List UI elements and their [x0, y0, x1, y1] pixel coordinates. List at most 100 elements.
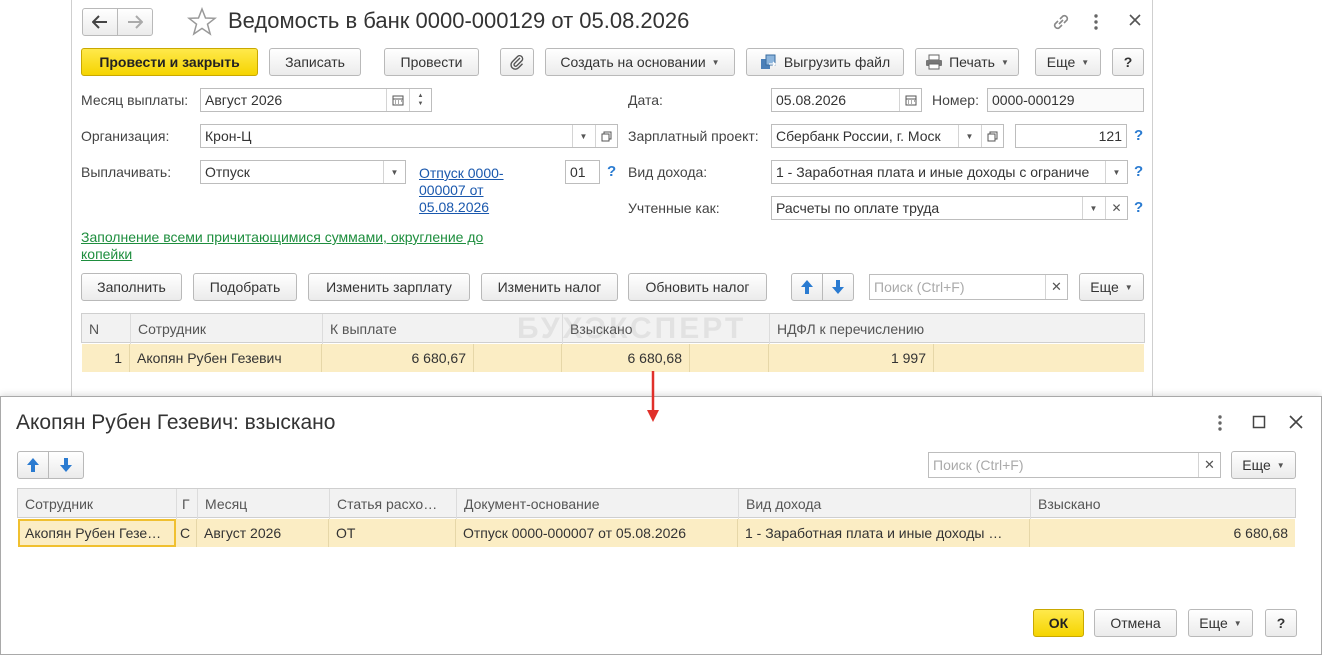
- fill-button[interactable]: Заполнить: [81, 273, 182, 301]
- row-to-pay[interactable]: 6 680,67: [322, 344, 474, 372]
- calendar-icon[interactable]: [386, 89, 408, 111]
- dialog-more-button[interactable]: Еще ▼: [1231, 451, 1296, 479]
- change-tax-label: Изменить налог: [497, 279, 602, 295]
- print-button[interactable]: Печать ▼: [915, 48, 1019, 76]
- post-and-close-label: Провести и закрыть: [99, 54, 240, 70]
- row-basis-document[interactable]: Отпуск 0000-000007 от 05.08.2026: [456, 519, 738, 547]
- more-vertical-icon[interactable]: [1214, 412, 1226, 434]
- more-button[interactable]: Еще ▼: [1035, 48, 1101, 76]
- dropdown-icon[interactable]: ▼: [1105, 161, 1127, 183]
- organization-field[interactable]: Крон-Ц ▼: [200, 124, 618, 148]
- column-header-employee[interactable]: Сотрудник: [18, 489, 177, 519]
- clear-search-icon[interactable]: ✕: [1198, 453, 1220, 477]
- basis-document-link[interactable]: Отпуск 0000-000007 от 05.08.2026: [419, 165, 537, 216]
- dialog-search-input[interactable]: Поиск (Ctrl+F) ✕: [928, 452, 1221, 478]
- back-button[interactable]: [82, 8, 118, 36]
- table-row[interactable]: 1 Акопян Рубен Гезевич 6 680,67 6 680,68…: [82, 344, 1144, 372]
- post-and-close-button[interactable]: Провести и закрыть: [81, 48, 258, 76]
- column-header-article[interactable]: Статья расхо…: [330, 489, 457, 519]
- refresh-tax-button[interactable]: Обновить налог: [628, 273, 767, 301]
- date-field[interactable]: 05.08.2026: [771, 88, 922, 112]
- close-icon[interactable]: [1128, 13, 1142, 27]
- number-field[interactable]: 0000-000129: [987, 88, 1144, 112]
- post-button[interactable]: Провести: [384, 48, 479, 76]
- ok-button[interactable]: ОК: [1033, 609, 1084, 637]
- chevron-down-icon: ▼: [1276, 460, 1285, 470]
- dropdown-icon[interactable]: ▼: [383, 161, 405, 183]
- code-field[interactable]: 01: [565, 160, 600, 184]
- move-down-button[interactable]: [48, 451, 84, 479]
- column-header-month[interactable]: Месяц: [198, 489, 330, 519]
- month-field[interactable]: Август 2026 ▲ ▼: [200, 88, 432, 112]
- move-down-button[interactable]: [822, 273, 854, 301]
- create-based-on-button[interactable]: Создать на основании ▼: [545, 48, 735, 76]
- star-icon[interactable]: [187, 7, 217, 37]
- help-icon[interactable]: ?: [1134, 163, 1143, 180]
- pay-field[interactable]: Отпуск ▼: [200, 160, 406, 184]
- cancel-button[interactable]: Отмена: [1094, 609, 1177, 637]
- change-salary-button[interactable]: Изменить зарплату: [308, 273, 470, 301]
- income-type-value: 1 - Заработная плата и иные доходы с огр…: [776, 164, 1090, 180]
- row-employee[interactable]: Акопян Рубен Гезе…: [18, 519, 176, 547]
- column-header-n[interactable]: N: [82, 314, 131, 344]
- save-button[interactable]: Записать: [269, 48, 361, 76]
- row-article[interactable]: ОТ: [329, 519, 456, 547]
- dialog-table-row[interactable]: Акопян Рубен Гезе… С Август 2026 ОТ Отпу…: [18, 519, 1295, 547]
- pick-button[interactable]: Подобрать: [193, 273, 297, 301]
- forward-button[interactable]: [117, 8, 153, 36]
- arrow-up-icon: [27, 458, 39, 472]
- income-type-field[interactable]: 1 - Заработная плата и иные доходы с огр…: [771, 160, 1128, 184]
- move-up-button[interactable]: [791, 273, 823, 301]
- more-vertical-icon[interactable]: [1090, 11, 1102, 33]
- clear-search-icon[interactable]: ✕: [1045, 275, 1067, 299]
- move-up-button[interactable]: [17, 451, 49, 479]
- column-header-employee[interactable]: Сотрудник: [131, 314, 323, 344]
- dialog-title: Акопян Рубен Гезевич: взыскано: [16, 411, 336, 434]
- row-withheld[interactable]: 6 680,68: [562, 344, 690, 372]
- dialog-table-header: Сотрудник Г Месяц Статья расхо… Документ…: [17, 488, 1296, 519]
- help-icon[interactable]: ?: [1134, 199, 1143, 216]
- number-value: 0000-000129: [992, 92, 1075, 108]
- fill-mode-link[interactable]: Заполнение всеми причитающимися суммами,…: [81, 229, 521, 263]
- dialog-help-button[interactable]: ?: [1265, 609, 1297, 637]
- row-employee[interactable]: Акопян Рубен Гезевич: [130, 344, 322, 372]
- help-icon[interactable]: ?: [607, 163, 616, 180]
- attach-button[interactable]: [500, 48, 534, 76]
- column-header-g[interactable]: Г: [177, 489, 198, 519]
- export-file-button[interactable]: Выгрузить файл: [746, 48, 904, 76]
- table-search-input[interactable]: Поиск (Ctrl+F) ✕: [869, 274, 1068, 300]
- project-count-field[interactable]: 121: [1015, 124, 1127, 148]
- row-withheld[interactable]: 6 680,68: [1030, 519, 1295, 547]
- link-icon[interactable]: [1050, 11, 1072, 33]
- maximize-icon[interactable]: [1252, 415, 1266, 429]
- clear-icon[interactable]: ✕: [1105, 197, 1127, 219]
- month-value: Август 2026: [205, 92, 283, 108]
- salary-project-field[interactable]: Сбербанк России, г. Моск ▼: [771, 124, 1004, 148]
- close-icon[interactable]: [1289, 415, 1303, 429]
- spin-icon[interactable]: ▲ ▼: [409, 89, 431, 111]
- dropdown-icon[interactable]: ▼: [572, 125, 594, 147]
- row-month[interactable]: Август 2026: [197, 519, 329, 547]
- dialog-footer-more-button[interactable]: Еще ▼: [1188, 609, 1253, 637]
- code-value: 01: [570, 164, 586, 180]
- dropdown-icon[interactable]: ▼: [1082, 197, 1104, 219]
- dropdown-icon[interactable]: ▼: [958, 125, 980, 147]
- column-header-basis-document[interactable]: Документ-основание: [457, 489, 739, 519]
- row-g: С: [176, 519, 197, 547]
- help-label: ?: [1123, 54, 1133, 70]
- arrow-down-icon: [60, 458, 72, 472]
- open-icon[interactable]: [981, 125, 1003, 147]
- column-header-withheld[interactable]: Взыскано: [1031, 489, 1296, 519]
- row-ndfl[interactable]: 1 997: [769, 344, 934, 372]
- help-button[interactable]: ?: [1112, 48, 1144, 76]
- help-icon[interactable]: ?: [1134, 127, 1143, 144]
- accounted-as-field[interactable]: Расчеты по оплате труда ▼ ✕: [771, 196, 1128, 220]
- column-header-income-type[interactable]: Вид дохода: [739, 489, 1031, 519]
- table-more-button[interactable]: Еще ▼: [1079, 273, 1144, 301]
- row-income-type[interactable]: 1 - Заработная плата и иные доходы …: [738, 519, 1030, 547]
- change-tax-button[interactable]: Изменить налог: [481, 273, 618, 301]
- open-icon[interactable]: [595, 125, 617, 147]
- column-header-ndfl[interactable]: НДФЛ к перечислению: [770, 314, 1145, 344]
- arrow-up-icon: [801, 280, 813, 294]
- calendar-icon[interactable]: [899, 89, 921, 111]
